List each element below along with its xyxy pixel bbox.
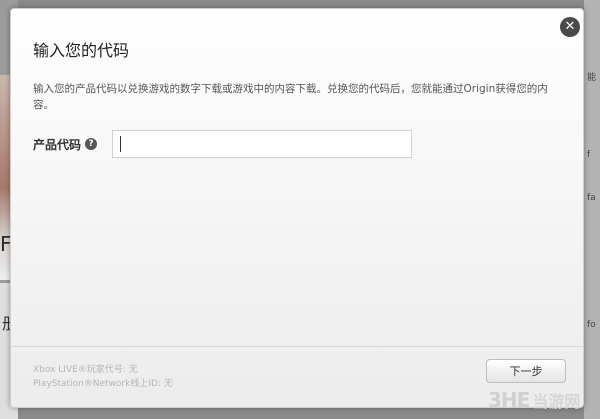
background-right-text: fa	[587, 193, 596, 203]
help-icon[interactable]: ?	[85, 138, 98, 150]
dialog-title: 输入您的代码	[33, 41, 130, 60]
psn-id-text: PlayStation®Network线上ID: 无	[33, 379, 173, 389]
background-right-text: fo	[587, 320, 596, 330]
product-code-input[interactable]	[112, 130, 412, 158]
background-right-strip: 能 f fa fo	[584, 0, 600, 419]
product-code-label: 产品代码	[33, 137, 82, 152]
watermark: 3HE 当游网	[488, 385, 580, 415]
close-icon[interactable]: ✕	[560, 17, 580, 37]
text-caret	[120, 136, 121, 152]
next-step-button[interactable]: 下一步	[486, 359, 566, 383]
xbox-gamertag-text: Xbox LIVE®玩家代号: 无	[33, 365, 138, 375]
redeem-code-dialog: ✕ 输入您的代码 输入您的产品代码以兑换游戏的数字下载或游戏中的内容下载。兑换您…	[10, 8, 584, 408]
dialog-description: 输入您的产品代码以兑换游戏的数字下载或游戏中的内容下载。兑换您的代码后，您就能通…	[33, 83, 548, 111]
background-right-text: 能	[587, 73, 597, 83]
watermark-logo: 3HE	[488, 388, 530, 412]
product-code-row: 产品代码 ?	[33, 130, 98, 158]
background-right-text: f	[587, 150, 591, 160]
footer-divider	[11, 346, 583, 347]
watermark-text: 当游网	[532, 392, 581, 411]
